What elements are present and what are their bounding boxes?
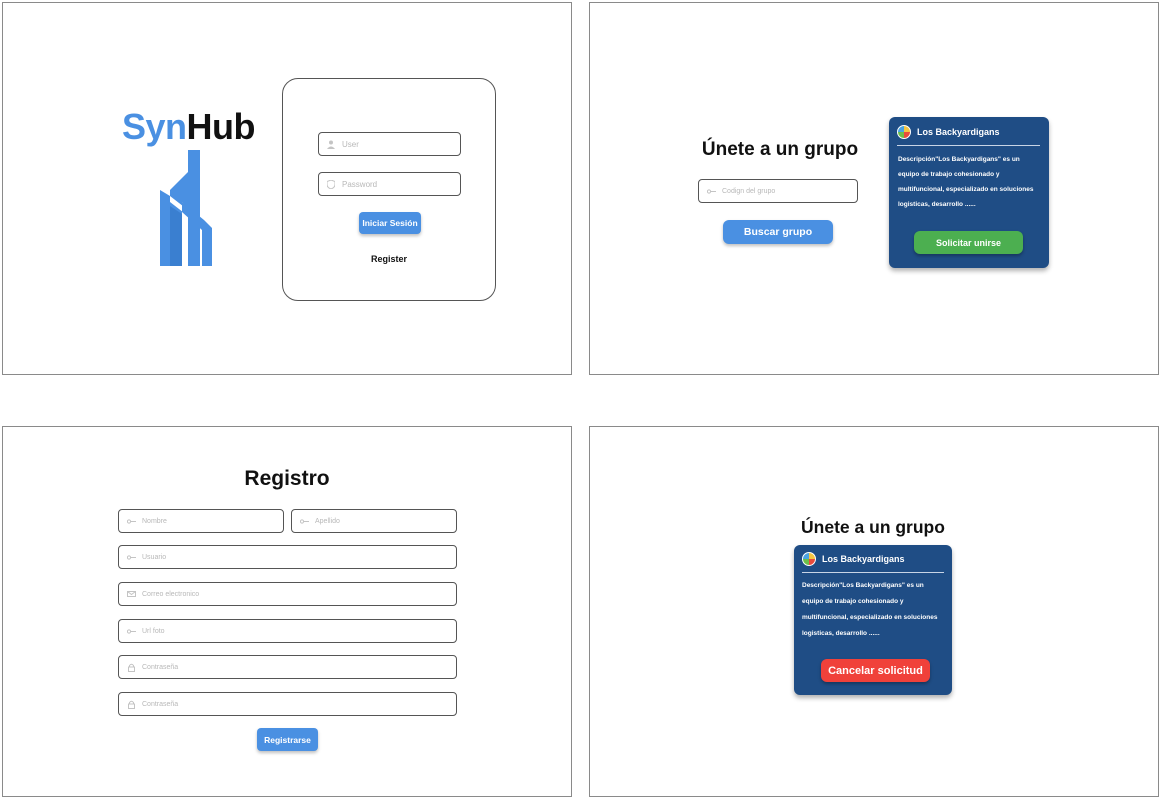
last-name-input[interactable]: Apellido xyxy=(291,509,457,533)
description-line: equipo de trabajo cohesionado y xyxy=(802,598,904,605)
key-icon xyxy=(298,518,310,524)
join-group-title: Únete a un grupo xyxy=(801,517,945,537)
description-line: Descripción"Los Backyardigans" es un xyxy=(802,582,924,589)
group-name: Los Backyardigans xyxy=(917,127,1000,137)
description-line: logisticas, desarrollo ...... xyxy=(802,630,880,637)
group-card: Los Backyardigans Descripción"Los Backya… xyxy=(889,117,1049,268)
group-description: Descripción"Los Backyardigans" es un equ… xyxy=(898,152,1048,212)
key-icon xyxy=(125,628,137,634)
shield-lock-icon xyxy=(325,179,337,189)
synhub-logo-text: SynHub xyxy=(122,106,256,148)
user-icon xyxy=(325,140,337,149)
logo-syn-text: Syn xyxy=(122,106,187,147)
search-group-button[interactable]: Buscar grupo xyxy=(723,220,833,244)
username-input[interactable]: Usuario xyxy=(118,545,457,569)
first-name-input[interactable]: Nombre xyxy=(118,509,284,533)
password-placeholder: Password xyxy=(342,179,378,189)
group-card: Los Backyardigans Descripción"Los Backya… xyxy=(794,545,952,695)
description-line: equipo de trabajo cohesionado y xyxy=(898,171,1000,178)
description-line: Descripción"Los Backyardigans" es un xyxy=(898,156,1020,163)
group-code-placeholder: Codign del grupo xyxy=(722,187,776,195)
card-divider xyxy=(802,572,944,573)
description-line: multifuncional, especializado en solucio… xyxy=(802,614,938,621)
login-card: User Password Iniciar Sesión Register xyxy=(282,78,496,301)
password-placeholder: Contraseña xyxy=(142,663,179,671)
synhub-building-logo-icon xyxy=(160,150,212,266)
password-input[interactable]: Password xyxy=(318,172,461,196)
key-icon xyxy=(125,518,137,524)
username-placeholder: Usuario xyxy=(142,553,167,561)
photo-url-placeholder: Url foto xyxy=(142,627,165,635)
group-avatar-icon xyxy=(802,552,816,566)
join-group-search-screen: Únete a un grupo Codign del grupo Buscar… xyxy=(589,2,1159,375)
lock-icon xyxy=(125,663,137,672)
register-screen: Registro Nombre Apellido Usuario Correo … xyxy=(2,426,572,797)
lock-icon xyxy=(125,700,137,709)
key-icon xyxy=(125,554,137,560)
envelope-icon xyxy=(125,591,137,597)
password-confirm-input[interactable]: Contraseña xyxy=(118,692,457,716)
register-link[interactable]: Register xyxy=(283,254,495,264)
first-name-placeholder: Nombre xyxy=(142,517,167,525)
group-card-header: Los Backyardigans xyxy=(802,552,905,566)
logo-hub-text: Hub xyxy=(186,106,256,147)
login-button[interactable]: Iniciar Sesión xyxy=(359,212,421,234)
photo-url-input[interactable]: Url foto xyxy=(118,619,457,643)
last-name-placeholder: Apellido xyxy=(315,517,340,525)
register-title: Registro xyxy=(244,467,330,490)
group-name: Los Backyardigans xyxy=(822,554,905,564)
password-confirm-placeholder: Contraseña xyxy=(142,700,179,708)
group-description: Descripción"Los Backyardigans" es un equ… xyxy=(802,578,952,642)
description-line: multifuncional, especializado en solucio… xyxy=(898,186,1034,193)
join-group-pending-screen: Únete a un grupo Los Backyardigans Descr… xyxy=(589,426,1159,797)
register-submit-button[interactable]: Registrarse xyxy=(257,728,318,751)
login-screen: SynHub User Password Iniciar Sesión Regi… xyxy=(2,2,572,375)
card-divider xyxy=(897,145,1040,146)
request-join-button[interactable]: Solicitar unirse xyxy=(914,231,1023,254)
email-placeholder: Correo electronico xyxy=(142,590,200,598)
password-input[interactable]: Contraseña xyxy=(118,655,457,679)
email-input[interactable]: Correo electronico xyxy=(118,582,457,606)
join-group-title: Únete a un grupo xyxy=(701,139,859,160)
cancel-request-button[interactable]: Cancelar solicitud xyxy=(821,659,930,682)
group-card-header: Los Backyardigans xyxy=(897,125,1000,139)
user-placeholder: User xyxy=(342,139,359,149)
group-code-input[interactable]: Codign del grupo xyxy=(698,179,858,203)
group-avatar-icon xyxy=(897,125,911,139)
key-icon xyxy=(705,188,717,194)
user-input[interactable]: User xyxy=(318,132,461,156)
description-line: logisticas, desarrollo ...... xyxy=(898,201,976,208)
